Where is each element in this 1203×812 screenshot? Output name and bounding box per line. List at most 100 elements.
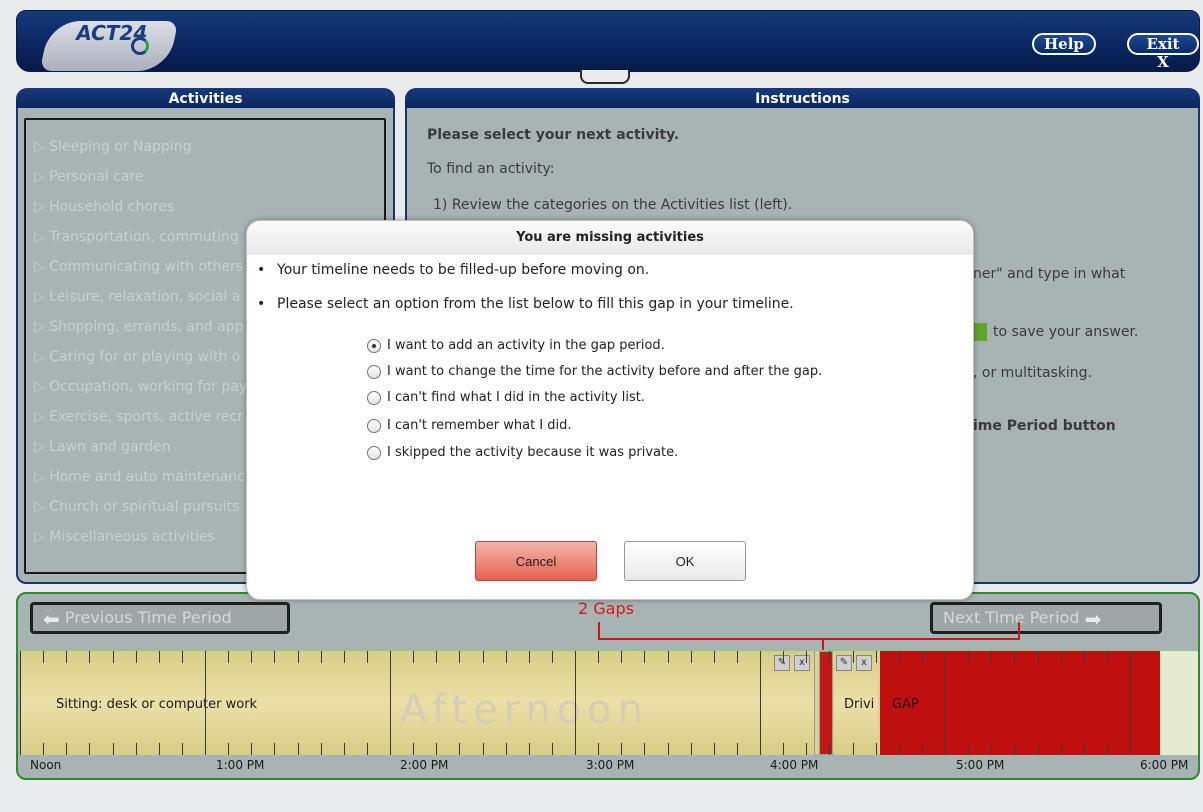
minor-tick [1014, 743, 1015, 755]
minor-tick [691, 651, 692, 663]
minor-tick [321, 651, 322, 663]
timeline-gap-large[interactable]: GAP [880, 651, 1160, 755]
minor-tick [529, 743, 530, 755]
option-cant-remember[interactable]: I can't remember what I did. [367, 418, 572, 433]
minor-tick [436, 651, 437, 663]
minor-tick [991, 743, 992, 755]
minor-tick [251, 743, 252, 755]
timeline-segment-driving[interactable]: Drivi ✎ x [834, 651, 878, 755]
activity-category-lawn[interactable]: ▷ Lawn and garden [34, 439, 171, 455]
activity-category-exercise[interactable]: ▷ Exercise, sports, active recr [34, 409, 243, 425]
period-watermark: Afternoon [400, 687, 649, 733]
activity-category-sleeping[interactable]: ▷ Sleeping or Napping [34, 139, 191, 155]
timeline-track: Afternoon Sitting: desk or computer work… [20, 650, 1198, 755]
minor-tick [298, 743, 299, 755]
minor-tick [1038, 651, 1039, 663]
previous-time-period-button[interactable]: ⬅ Previous Time Period [30, 602, 290, 634]
minor-tick [876, 651, 877, 663]
activity-category-shopping[interactable]: ▷ Shopping, errands, and app [34, 319, 243, 335]
dialog-bullet-text: Your timeline needs to be filled-up befo… [277, 262, 650, 278]
minor-tick [113, 743, 114, 755]
minor-tick [459, 743, 460, 755]
activity-category-church[interactable]: ▷ Church or spiritual pursuits [34, 499, 239, 515]
option-label: I want to add an activity in the gap per… [387, 338, 665, 353]
help-button[interactable]: Help [1032, 33, 1096, 55]
activity-category-occupation[interactable]: ▷ Occupation, working for pay [34, 379, 247, 395]
cancel-button[interactable]: Cancel [475, 541, 597, 581]
option-change-time[interactable]: I want to change the time for the activi… [367, 364, 822, 379]
minor-tick [1084, 651, 1085, 663]
minor-tick [367, 651, 368, 663]
minor-tick [876, 743, 877, 755]
option-add-activity[interactable]: I want to add an activity in the gap per… [367, 338, 665, 353]
hour-tick [945, 651, 946, 755]
minor-tick [159, 743, 160, 755]
minor-tick [506, 743, 507, 755]
minor-tick [968, 651, 969, 663]
minor-tick [691, 743, 692, 755]
hour-tick [390, 651, 391, 755]
edit-segment-icon[interactable]: ✎ [774, 655, 790, 671]
minor-tick [136, 651, 137, 663]
minor-tick [113, 651, 114, 663]
option-private[interactable]: I skipped the activity because it was pr… [367, 445, 678, 460]
minor-tick [43, 651, 44, 663]
radio-icon[interactable] [367, 364, 381, 379]
dialog-bullet-1: • Your timeline needs to be filled-up bef… [257, 262, 649, 278]
minor-tick [829, 651, 830, 663]
radio-icon[interactable] [367, 390, 381, 405]
minor-tick [89, 743, 90, 755]
minor-tick [413, 743, 414, 755]
minor-tick [321, 743, 322, 755]
delete-segment-button[interactable]: x [794, 655, 810, 671]
minor-tick [598, 743, 599, 755]
minor-tick [66, 743, 67, 755]
segment-label-gap: GAP [892, 697, 919, 712]
delete-segment-button[interactable]: x [856, 655, 872, 671]
activity-category-communicating[interactable]: ▷ Communicating with others [34, 259, 243, 275]
instructions-line: To find an activity: [427, 161, 555, 177]
time-label-1pm: 1:00 PM [216, 758, 265, 772]
time-label-3pm: 3:00 PM [586, 758, 635, 772]
activity-category-caring[interactable]: ▷ Caring for or playing with o [34, 349, 240, 365]
option-label: I can't remember what I did. [387, 418, 572, 433]
dialog-title: You are missing activities [247, 221, 973, 255]
option-cant-find[interactable]: I can't find what I did in the activity … [367, 390, 645, 405]
timeline-gap-small[interactable] [819, 651, 833, 755]
minor-tick [459, 651, 460, 663]
radio-icon[interactable] [367, 445, 381, 460]
radio-selected-icon[interactable] [367, 338, 381, 353]
minor-tick [1061, 651, 1062, 663]
minor-tick [344, 651, 345, 663]
radio-icon[interactable] [367, 418, 381, 433]
hour-tick [205, 651, 206, 755]
minor-tick [668, 743, 669, 755]
minor-tick [274, 651, 275, 663]
instructions-title: Instructions [405, 88, 1200, 110]
timeline-area: ⬅ Previous Time Period Next Time Period … [16, 592, 1200, 780]
minor-tick [899, 743, 900, 755]
activity-category-transportation[interactable]: ▷ Transportation, commuting [34, 229, 239, 245]
instructions-fragment: ime Period button [973, 418, 1116, 434]
activity-category-misc[interactable]: ▷ Miscellaneous activities [34, 529, 215, 545]
gaps-bracket-connector [822, 638, 824, 650]
timeline-segment-sitting[interactable]: Afternoon Sitting: desk or computer work… [20, 651, 815, 755]
instructions-heading: Please select your next activity. [427, 127, 680, 143]
activity-category-personal-care[interactable]: ▷ Personal care [34, 169, 144, 185]
exit-button[interactable]: Exit X [1127, 33, 1199, 71]
minor-tick [968, 743, 969, 755]
minor-tick [228, 743, 229, 755]
logo-text: ACT24 [76, 21, 148, 45]
activity-category-leisure[interactable]: ▷ Leisure, relaxation, social a [34, 289, 240, 305]
minor-tick [159, 651, 160, 663]
minor-tick [89, 651, 90, 663]
ok-button[interactable]: OK [624, 541, 746, 581]
minor-tick [714, 743, 715, 755]
instructions-save-text: to save your answer. [993, 324, 1139, 340]
option-label: I can't find what I did in the activity … [387, 390, 645, 405]
option-label: I want to change the time for the activi… [387, 364, 823, 379]
activity-category-household[interactable]: ▷ Household chores [34, 199, 174, 215]
activity-category-home-auto[interactable]: ▷ Home and auto maintenanc [34, 469, 245, 485]
edit-segment-icon[interactable]: ✎ [836, 655, 852, 671]
minor-tick [66, 651, 67, 663]
